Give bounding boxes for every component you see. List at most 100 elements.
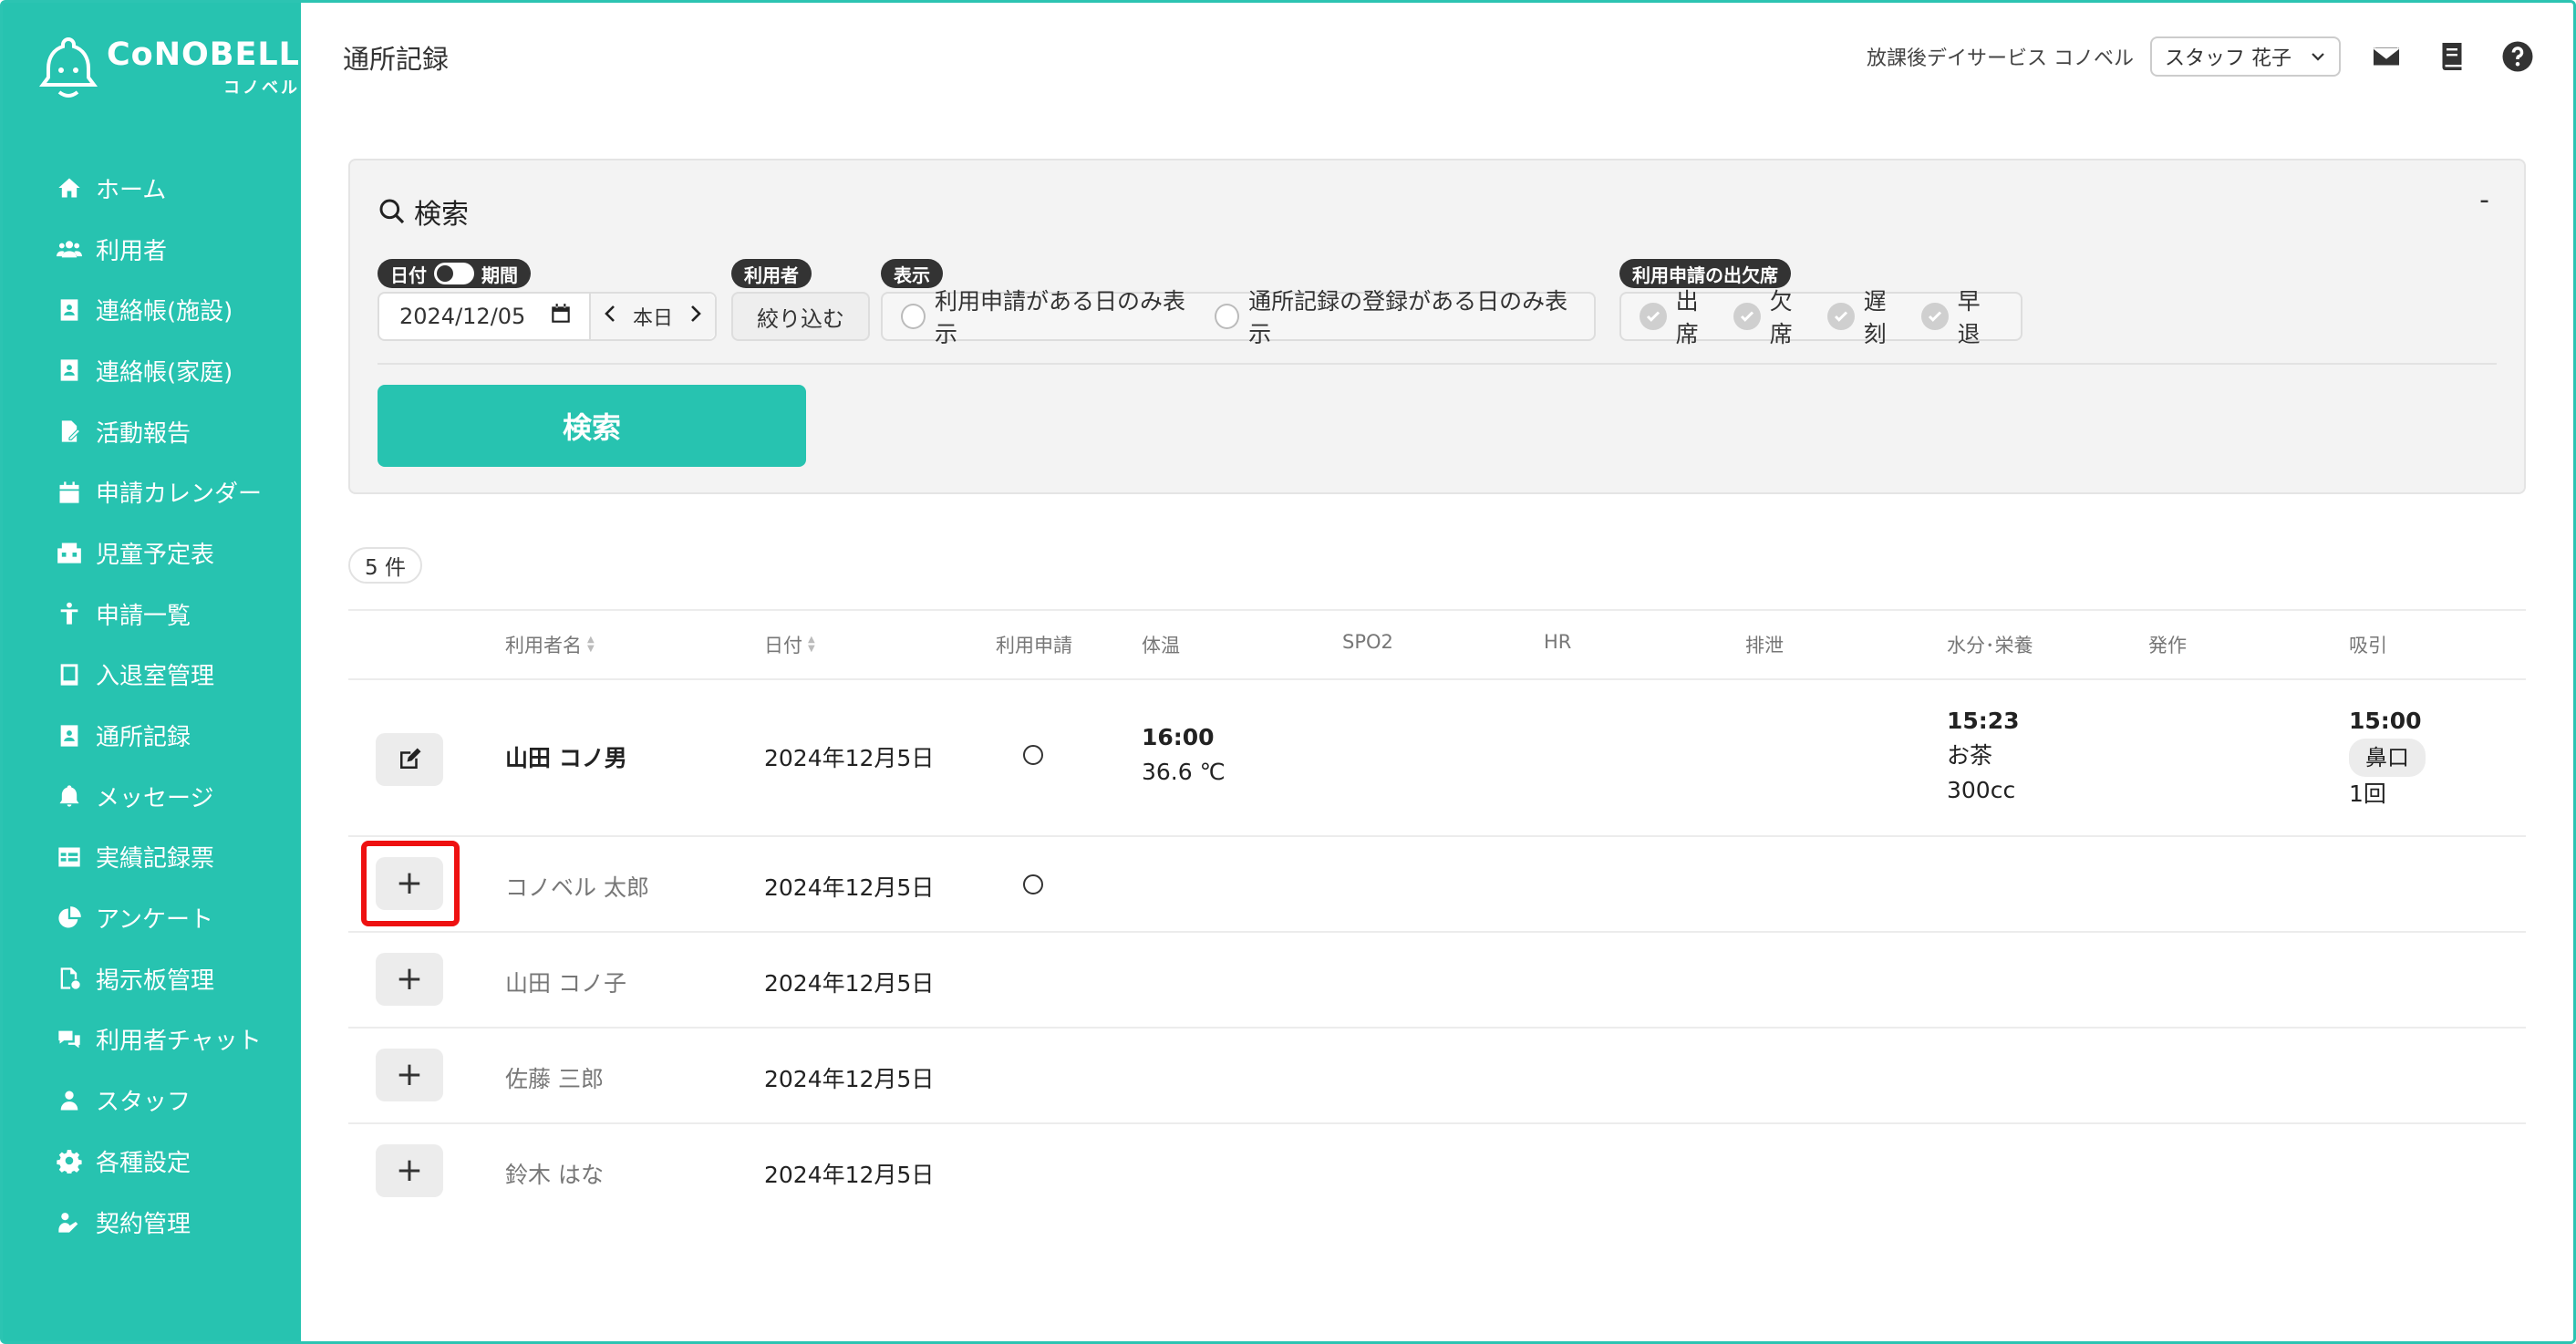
header-toolbar: 放課後デイサービス コノベル スタッフ 花子	[1867, 36, 2538, 77]
sidebar-item-contact-facility[interactable]: 連絡帳(施設)	[3, 279, 301, 340]
column-header-hr: HR	[1544, 631, 1572, 653]
sidebar-item-label: 連絡帳(家庭)	[96, 358, 233, 387]
check-icon[interactable]	[1827, 303, 1855, 330]
user-name[interactable]: 鈴木 はな	[505, 1157, 604, 1190]
display-option-label[interactable]: 通所記録の登録がある日のみ表示	[1248, 284, 1576, 349]
attendance-option-label[interactable]: 欠席	[1770, 284, 1815, 349]
table-row: + 鈴木 はな 2024年12月5日	[348, 1122, 2526, 1218]
sidebar-item-settings[interactable]: 各種設定	[3, 1131, 301, 1192]
add-record-button[interactable]: +	[376, 1144, 443, 1197]
edit-record-button[interactable]	[376, 733, 443, 786]
staff-select-value: スタッフ 花子	[2165, 47, 2292, 70]
user-filter-label: 利用者	[731, 259, 812, 288]
plus-icon: +	[395, 960, 424, 998]
sidebar-item-user-chat[interactable]: 利用者チャット	[3, 1009, 301, 1070]
sidebar-item-bulletin[interactable]: 掲示板管理	[3, 948, 301, 1009]
today-button[interactable]: 本日	[633, 302, 673, 331]
column-header-temperature: 体温	[1142, 635, 1180, 656]
narrow-button[interactable]: 絞り込む	[731, 292, 870, 341]
sidebar-item-activity-report[interactable]: 活動報告	[3, 401, 301, 462]
staff-select[interactable]: スタッフ 花子	[2150, 36, 2341, 77]
date-input-value: 2024/12/05	[399, 304, 526, 329]
bell-logo-icon	[39, 36, 98, 98]
check-icon[interactable]	[1640, 303, 1667, 330]
sidebar-nav: ホーム 利用者 連絡帳(施設) 連絡帳(家庭) 活動報告 申請カレンダー 児童予…	[3, 158, 301, 1252]
sidebar-item-child-schedule[interactable]: 児童予定表	[3, 522, 301, 584]
record-date: 2024年12月5日	[764, 1066, 935, 1092]
sidebar-item-calendar[interactable]: 申請カレンダー	[3, 461, 301, 522]
sidebar-item-survey[interactable]: アンケート	[3, 887, 301, 948]
date-picker: 2024/12/05 本日	[378, 292, 718, 341]
sidebar-item-label: 契約管理	[96, 1210, 191, 1238]
sidebar-item-label: 申請カレンダー	[96, 481, 263, 509]
add-record-button[interactable]: +	[376, 1049, 443, 1101]
sidebar-item-entry-exit[interactable]: 入退室管理	[3, 645, 301, 706]
user-name[interactable]: 山田 コノ男	[505, 740, 627, 773]
attendance-filter: 利用申請の出欠席 出席 欠席 遅刻 早退	[1619, 259, 2023, 347]
manual-button[interactable]	[2432, 36, 2472, 77]
sidebar-item-users[interactable]: 利用者	[3, 219, 301, 280]
user-name[interactable]: 佐藤 三郎	[505, 1061, 604, 1094]
search-button[interactable]: 検索	[378, 385, 806, 467]
attendance-options: 出席 欠席 遅刻 早退	[1619, 288, 2023, 347]
check-icon[interactable]	[1921, 303, 1949, 330]
plus-icon: +	[395, 864, 424, 902]
calendar-icon	[56, 479, 83, 506]
prev-day-button[interactable]	[604, 305, 616, 328]
table-icon	[56, 843, 83, 871]
temperature-cell: 16:00 36.6 ℃	[1142, 720, 1226, 790]
add-record-button[interactable]: +	[376, 953, 443, 1006]
edit-icon	[400, 748, 421, 769]
display-options: 利用申請がある日のみ表示 通所記録の登録がある日のみ表示	[881, 288, 1596, 347]
user-name[interactable]: 山田 コノ子	[505, 966, 626, 998]
sidebar-item-staff[interactable]: スタッフ	[3, 1070, 301, 1131]
attendance-option-label[interactable]: 遅刻	[1864, 284, 1909, 349]
schedule-icon	[56, 539, 83, 566]
sidebar-item-applications[interactable]: 申請一覧	[3, 584, 301, 645]
chevron-right-icon	[691, 305, 701, 322]
users-icon	[56, 235, 83, 263]
sidebar-item-contracts[interactable]: 契約管理	[3, 1192, 301, 1253]
sidebar-item-home[interactable]: ホーム	[3, 158, 301, 219]
sidebar-item-contact-home[interactable]: 連絡帳(家庭)	[3, 340, 301, 401]
user-name[interactable]: コノベル 太郎	[505, 870, 649, 903]
collapse-button[interactable]: -	[2479, 184, 2489, 216]
next-day-button[interactable]	[689, 305, 702, 328]
sidebar-item-performance-sheet[interactable]: 実績記録票	[3, 827, 301, 888]
display-option-radio[interactable]	[1215, 304, 1240, 329]
brand-logo[interactable]: CoNOBELL コノベル	[39, 36, 300, 101]
check-icon[interactable]	[1733, 303, 1761, 330]
attendance-option-label[interactable]: 早退	[1958, 284, 2002, 349]
date-mode-toggle[interactable]: 日付 期間	[378, 259, 531, 288]
calendar-icon[interactable]	[549, 302, 573, 331]
sidebar-item-label: 連絡帳(施設)	[96, 298, 233, 326]
column-header-label: 利用者名	[505, 635, 582, 656]
column-header-user-name[interactable]: 利用者名 ▲ ▼	[505, 631, 595, 658]
date-input[interactable]: 2024/12/05	[379, 294, 591, 339]
suction-time: 15:00	[2349, 708, 2422, 734]
sidebar-item-label: 児童予定表	[96, 541, 215, 569]
sidebar-item-attendance-record[interactable]: 通所記録	[3, 705, 301, 766]
display-option-radio[interactable]	[901, 304, 926, 329]
search-heading: 検索	[378, 191, 469, 232]
water-cell: 15:23 お茶 300cc	[1947, 704, 2020, 808]
add-record-button[interactable]: +	[376, 857, 443, 910]
pie-chart-icon	[56, 905, 83, 932]
sidebar-item-messages[interactable]: メッセージ	[3, 766, 301, 827]
mail-button[interactable]	[2366, 36, 2406, 77]
brand-sub: コノベル	[222, 78, 300, 98]
date-mode-switch[interactable]	[434, 263, 474, 284]
circle-icon	[1023, 874, 1043, 894]
temperature-value: 36.6 ℃	[1142, 759, 1226, 785]
book-icon	[2442, 43, 2462, 70]
date-filter: 日付 期間 2024/12/05 本日	[378, 259, 718, 341]
display-option-label[interactable]: 利用申請がある日のみ表示	[935, 284, 1196, 349]
staff-icon	[56, 1087, 83, 1114]
column-header-date[interactable]: 日付 ▲ ▼	[764, 631, 815, 658]
circle-icon	[1023, 745, 1043, 765]
page-title: 通所記録	[343, 44, 450, 75]
record-date: 2024年12月5日	[764, 970, 935, 997]
result-count-badge: 5 件	[348, 547, 422, 584]
attendance-option-label[interactable]: 出席	[1676, 284, 1721, 349]
help-button[interactable]	[2498, 36, 2538, 77]
